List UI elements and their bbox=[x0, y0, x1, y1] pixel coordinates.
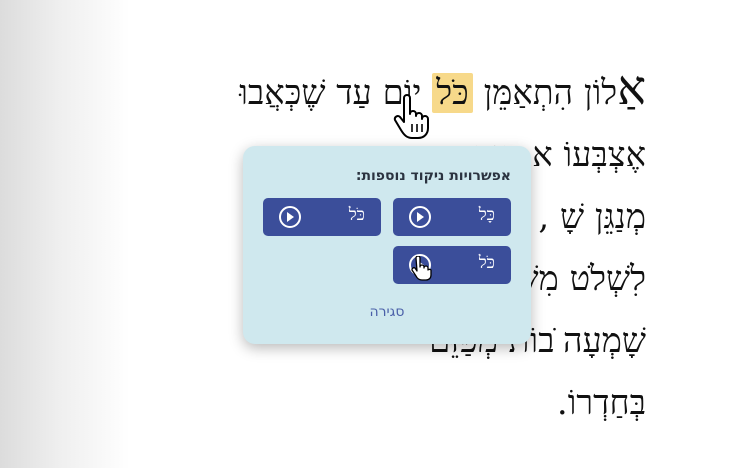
hand-cursor-icon bbox=[393, 94, 429, 139]
option-label: כֹּל bbox=[478, 253, 495, 273]
text-segment: לוֹן הִתְאַמֵּן bbox=[472, 73, 618, 113]
niqqud-options-popup: אפשרויות ניקוד נוספות: כָּל כֹּל כֹּל סג… bbox=[243, 146, 531, 344]
play-icon[interactable] bbox=[279, 206, 301, 228]
text-line-6: בְּחַדְרוֹ. bbox=[556, 383, 646, 423]
text-line-1: אַלוֹן הִתְאַמֵּן כֹּל יוֹם עַד שֶׁכְּאֲ… bbox=[86, 62, 646, 124]
popup-title: אפשרויות ניקוד נוספות: bbox=[355, 168, 511, 184]
niqqud-option-2-button[interactable]: כֹּל bbox=[263, 198, 381, 236]
highlighted-word[interactable]: כֹּל bbox=[432, 73, 473, 113]
close-button[interactable]: סגירה bbox=[243, 304, 531, 320]
play-icon[interactable] bbox=[409, 206, 431, 228]
niqqud-option-1-button[interactable]: כָּל bbox=[393, 198, 511, 236]
drop-cap: אַ bbox=[617, 60, 646, 116]
hand-cursor-icon bbox=[411, 256, 432, 281]
option-label: כֹּל bbox=[348, 205, 365, 225]
option-label: כָּל bbox=[478, 205, 495, 225]
